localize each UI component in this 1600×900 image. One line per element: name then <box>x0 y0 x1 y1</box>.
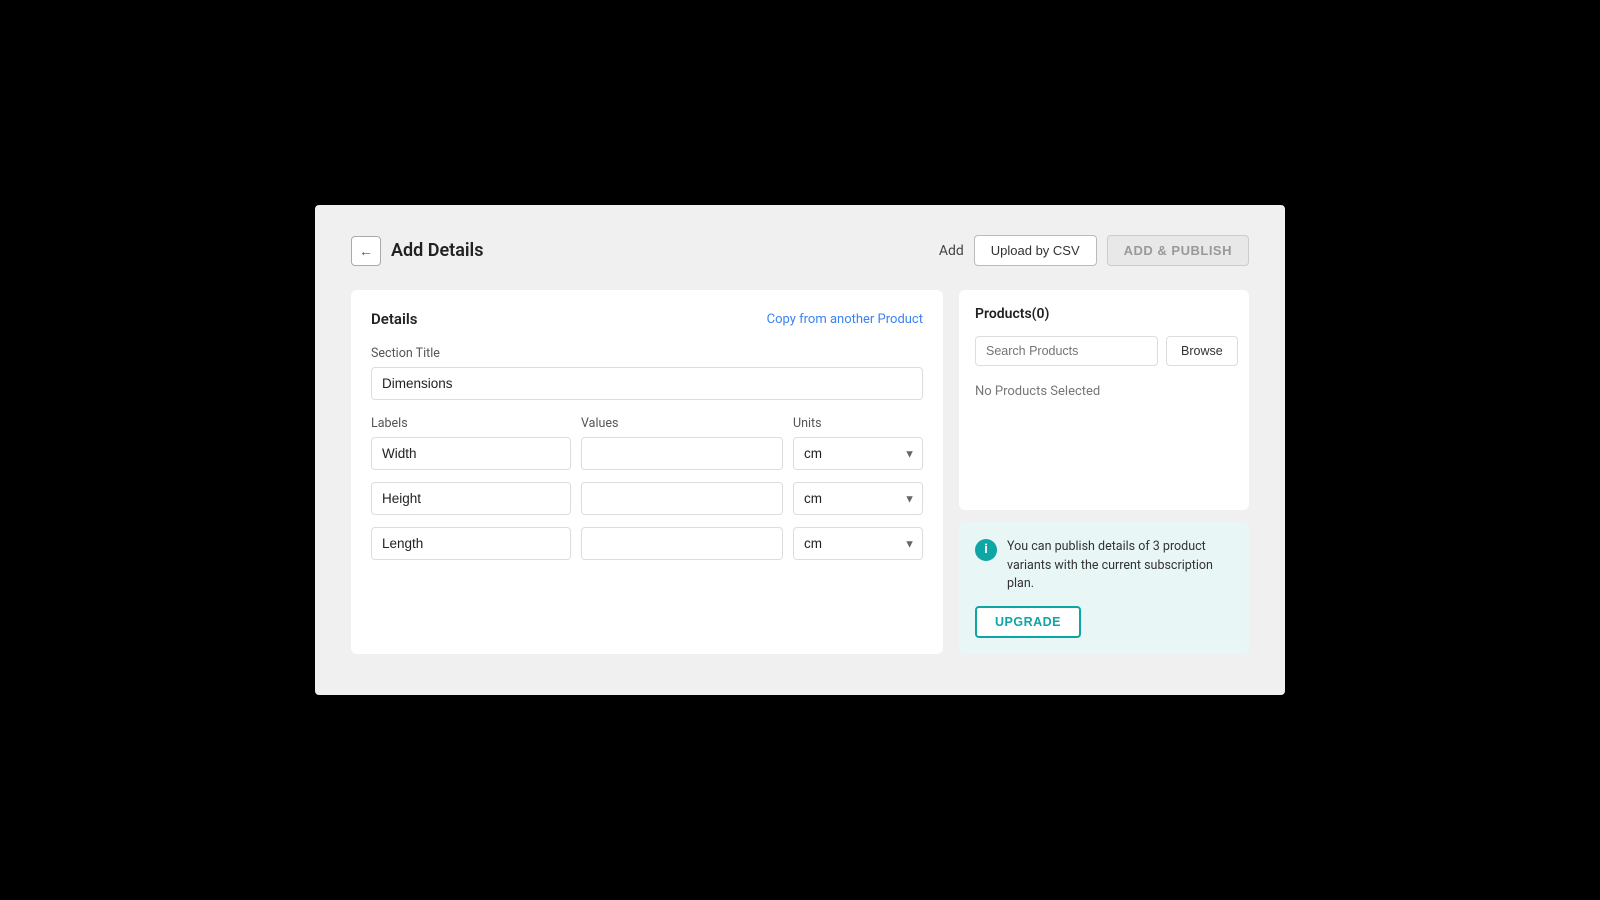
length-row: cm mm in ▼ <box>371 527 923 560</box>
back-icon: ← <box>359 243 373 259</box>
length-unit-wrapper: cm mm in ▼ <box>793 527 923 560</box>
left-panel: Details Copy from another Product Sectio… <box>351 290 943 654</box>
header-left: ← Add Details <box>351 236 484 266</box>
length-label-input[interactable] <box>371 527 571 560</box>
width-unit-wrapper: cm mm in ▼ <box>793 437 923 470</box>
height-value-input[interactable] <box>581 482 783 515</box>
info-text: You can publish details of 3 product var… <box>1007 538 1233 594</box>
panel-header: Details Copy from another Product <box>371 310 923 328</box>
section-title-input[interactable] <box>371 367 923 400</box>
info-card-row: i You can publish details of 3 product v… <box>975 538 1233 594</box>
no-products-label: No Products Selected <box>975 380 1233 403</box>
section-title-label: Section Title <box>371 346 923 361</box>
upload-csv-button[interactable]: Upload by CSV <box>974 235 1097 266</box>
width-row: cm mm in ▼ <box>371 437 923 470</box>
header: ← Add Details Add Upload by CSV ADD & PU… <box>351 235 1249 266</box>
search-products-input[interactable] <box>975 336 1158 366</box>
row-headers: Labels Values Units <box>371 416 923 431</box>
browse-button[interactable]: Browse <box>1166 336 1238 366</box>
copy-from-product-link[interactable]: Copy from another Product <box>767 312 923 327</box>
length-value-input[interactable] <box>581 527 783 560</box>
width-value-input[interactable] <box>581 437 783 470</box>
page-title: Add Details <box>391 240 484 261</box>
units-column-header: Units <box>793 416 923 431</box>
height-unit-select[interactable]: cm mm in <box>793 482 923 515</box>
height-row: cm mm in ▼ <box>371 482 923 515</box>
upgrade-info-card: i You can publish details of 3 product v… <box>959 522 1249 654</box>
search-browse-row: Browse <box>975 336 1233 366</box>
upgrade-button[interactable]: UPGRADE <box>975 606 1081 638</box>
length-unit-select[interactable]: cm mm in <box>793 527 923 560</box>
add-label: Add <box>939 243 964 259</box>
right-panel: Products(0) Browse No Products Selected … <box>959 290 1249 654</box>
labels-column-header: Labels <box>371 416 571 431</box>
products-title: Products(0) <box>975 306 1233 322</box>
back-button[interactable]: ← <box>351 236 381 266</box>
header-right: Add Upload by CSV ADD & PUBLISH <box>939 235 1249 266</box>
main-content: Details Copy from another Product Sectio… <box>351 290 1249 654</box>
height-label-input[interactable] <box>371 482 571 515</box>
values-column-header: Values <box>581 416 783 431</box>
height-unit-wrapper: cm mm in ▼ <box>793 482 923 515</box>
details-panel-title: Details <box>371 310 417 328</box>
add-publish-button[interactable]: ADD & PUBLISH <box>1107 235 1249 266</box>
width-unit-select[interactable]: cm mm in <box>793 437 923 470</box>
products-card: Products(0) Browse No Products Selected <box>959 290 1249 510</box>
app-window: ← Add Details Add Upload by CSV ADD & PU… <box>315 205 1285 695</box>
width-label-input[interactable] <box>371 437 571 470</box>
info-icon: i <box>975 539 997 561</box>
